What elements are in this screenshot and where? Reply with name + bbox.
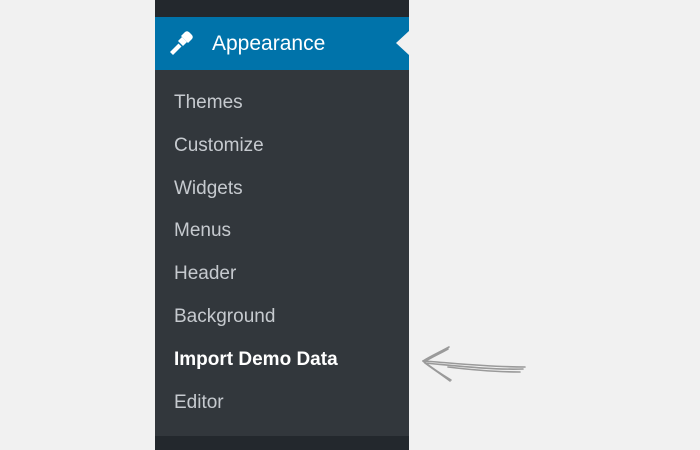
submenu-item-customize[interactable]: Customize bbox=[155, 125, 409, 167]
admin-sidebar-menu: Appearance Themes Customize Widgets Menu… bbox=[155, 0, 409, 450]
submenu-item-themes[interactable]: Themes bbox=[155, 82, 409, 124]
submenu-item-widgets[interactable]: Widgets bbox=[155, 168, 409, 210]
submenu-item-label: Editor bbox=[174, 392, 224, 413]
screenshot-stage: Appearance Themes Customize Widgets Menu… bbox=[0, 0, 700, 450]
active-menu-pointer bbox=[396, 31, 409, 55]
menu-item-appearance[interactable]: Appearance bbox=[155, 17, 409, 70]
submenu-item-label: Import Demo Data bbox=[174, 349, 338, 370]
submenu-item-editor[interactable]: Editor bbox=[155, 382, 409, 424]
submenu-item-label: Themes bbox=[174, 92, 243, 113]
appearance-submenu: Themes Customize Widgets Menus Header Ba… bbox=[155, 70, 409, 436]
submenu-item-label: Customize bbox=[174, 135, 264, 156]
paintbrush-icon bbox=[170, 31, 193, 55]
submenu-item-menus[interactable]: Menus bbox=[155, 210, 409, 252]
hand-drawn-arrow-icon bbox=[422, 346, 526, 382]
submenu-item-import-demo-data[interactable]: Import Demo Data bbox=[155, 339, 409, 381]
submenu-item-header[interactable]: Header bbox=[155, 253, 409, 295]
menu-item-appearance-label: Appearance bbox=[212, 32, 326, 55]
submenu-item-label: Header bbox=[174, 263, 237, 284]
submenu-item-background[interactable]: Background bbox=[155, 296, 409, 338]
submenu-item-label: Widgets bbox=[174, 178, 243, 199]
menu-top-strip bbox=[155, 0, 409, 17]
submenu-item-label: Menus bbox=[174, 220, 232, 241]
menu-bottom-strip bbox=[155, 436, 409, 450]
submenu-item-label: Background bbox=[174, 306, 276, 327]
